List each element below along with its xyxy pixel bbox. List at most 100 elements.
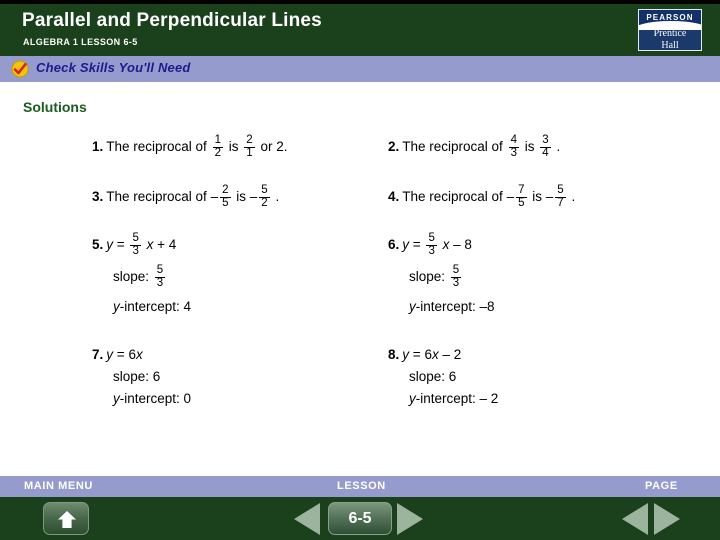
fraction-denominator: 2 — [259, 196, 270, 209]
equals-sign: = — [412, 237, 421, 253]
fraction-numerator: 5 — [156, 263, 164, 276]
fraction-numerator: 5 — [452, 263, 460, 276]
variable-x: x — [135, 347, 143, 362]
fraction-two-over-one: 2 1 — [244, 134, 255, 160]
problem-text: The reciprocal of — [402, 189, 503, 205]
problem-item-7: 7. y = 6x slope: 6 y-intercept: 0 — [92, 347, 191, 406]
problem-text: The reciprocal of — [402, 139, 503, 155]
banner-label: Check Skills You'll Need — [36, 60, 191, 75]
problem-mid-word: is — [524, 139, 535, 155]
fraction-numerator: 5 — [428, 232, 435, 244]
slope-fraction: 5 3 — [450, 263, 462, 290]
intercept-line: y-intercept: –8 — [409, 299, 495, 314]
slope-label: slope: 6 — [113, 369, 161, 384]
fraction-denominator: 3 — [154, 276, 166, 289]
fraction-one-half: 1 2 — [212, 134, 223, 160]
slide: Parallel and Perpendicular Lines ALGEBRA… — [0, 0, 720, 540]
equation-remainder: + 4 — [157, 237, 177, 253]
problem-suffix: . — [571, 189, 576, 205]
variable-y: y — [113, 298, 120, 314]
fraction-denominator: 4 — [540, 146, 551, 159]
fraction-numerator: 7 — [518, 184, 525, 196]
page-title: Parallel and Perpendicular Lines — [22, 10, 322, 31]
next-lesson-button[interactable] — [397, 503, 423, 535]
fraction-numerator: 3 — [542, 134, 549, 146]
problem-text: The reciprocal of — [106, 189, 207, 205]
problem-number: 3. — [92, 189, 104, 205]
fraction-five-thirds: 5 3 — [426, 232, 437, 258]
variable-x: x — [442, 237, 450, 253]
variable-y: y — [106, 347, 114, 362]
problem-mid-word: is — [532, 189, 543, 205]
variable-y: y — [402, 237, 410, 253]
next-page-button[interactable] — [654, 503, 680, 535]
negative-sign: – — [506, 189, 515, 205]
problem-item-5: 5. y = 5 3 x + 4 slope: 5 3 y-intercept: … — [92, 232, 191, 314]
fraction-denominator: 7 — [555, 196, 566, 209]
problem-number: 2. — [388, 139, 400, 155]
fraction-four-thirds: 4 3 — [508, 134, 519, 160]
page-label: PAGE — [645, 480, 678, 492]
problem-text: The reciprocal of — [106, 139, 207, 155]
problem-suffix: . — [275, 189, 280, 205]
problem-number: 7. — [92, 347, 104, 362]
slope-label: slope: — [113, 269, 150, 285]
pearson-prentice-hall-logo: PEARSON Prentice Hall — [638, 9, 702, 51]
problem-row-2: 3. The reciprocal of – 2 5 is – 5 2 . 4. T… — [0, 175, 720, 229]
problem-item-2: 2. The reciprocal of 4 3 is 3 4 . — [388, 134, 560, 160]
problem-number: 4. — [388, 189, 400, 205]
problem-number: 1. — [92, 139, 104, 155]
logo-hall-line: Hall — [661, 40, 679, 51]
logo-prentice-hall-text: Prentice Hall — [639, 27, 701, 51]
main-menu-label: MAIN MENU — [24, 480, 93, 492]
problem-number: 6. — [388, 237, 400, 253]
variable-y: y — [106, 237, 114, 253]
problem-item-3: 3. The reciprocal of – 2 5 is – 5 2 . — [92, 184, 280, 210]
problem-mid-word: is — [236, 189, 247, 205]
lesson-subtitle: ALGEBRA 1 LESSON 6-5 — [23, 37, 138, 47]
slope-line: slope: 5 3 — [113, 263, 191, 290]
variable-y: y — [409, 391, 416, 406]
lesson-number-button[interactable]: 6-5 — [328, 502, 392, 535]
fraction-three-fourths: 3 4 — [540, 134, 551, 160]
fraction-denominator: 3 — [450, 276, 462, 289]
fraction-denominator: 3 — [508, 146, 519, 159]
slope-line: slope: 6 — [113, 369, 191, 384]
variable-x: x — [431, 347, 439, 362]
fraction-denominator: 3 — [426, 244, 437, 257]
variable-y: y — [409, 298, 416, 314]
solutions-content: 1. The reciprocal of 1 2 is 2 1 or 2. 2. T… — [0, 125, 720, 415]
previous-page-button[interactable] — [622, 503, 648, 535]
fraction-numerator: 4 — [510, 134, 517, 146]
header-bar: Parallel and Perpendicular Lines ALGEBRA… — [0, 4, 720, 56]
problem-item-6: 6. y = 5 3 x – 8 slope: 5 3 y-intercept: … — [388, 232, 495, 314]
variable-y: y — [113, 391, 120, 406]
fraction-numerator: 5 — [261, 184, 268, 196]
fraction-denominator: 1 — [244, 146, 255, 159]
solutions-heading: Solutions — [23, 99, 87, 115]
slope-label: slope: — [409, 269, 446, 285]
equals-sign: = — [412, 347, 421, 362]
fraction-five-thirds: 5 3 — [130, 232, 141, 258]
slope-line: slope: 6 — [409, 369, 498, 384]
problem-row-3: 5. y = 5 3 x + 4 slope: 5 3 y-intercept: … — [0, 229, 720, 335]
problem-suffix: or 2. — [260, 139, 288, 155]
problem-mid-word: is — [228, 139, 239, 155]
fraction-denominator: 3 — [130, 244, 141, 257]
negative-sign: – — [545, 189, 554, 205]
main-menu-home-button[interactable] — [43, 502, 89, 535]
previous-lesson-button[interactable] — [294, 503, 320, 535]
problem-row-1: 1. The reciprocal of 1 2 is 2 1 or 2. 2. T… — [0, 125, 720, 175]
equation-remainder: – 2 — [442, 347, 462, 362]
logo-prentice-line: Prentice — [653, 28, 687, 39]
fraction-five-halves: 5 2 — [259, 184, 270, 210]
lesson-label: LESSON — [337, 480, 386, 492]
home-icon — [58, 511, 76, 528]
fraction-numerator: 1 — [214, 134, 221, 146]
equation-remainder: – 8 — [453, 237, 472, 253]
fraction-numerator: 5 — [132, 232, 139, 244]
intercept-label: -intercept: –8 — [415, 298, 495, 314]
check-skills-banner: Check Skills You'll Need — [0, 56, 720, 82]
problem-item-4: 4. The reciprocal of – 7 5 is – 5 7 . — [388, 184, 576, 210]
fraction-numerator: 2 — [222, 184, 229, 196]
